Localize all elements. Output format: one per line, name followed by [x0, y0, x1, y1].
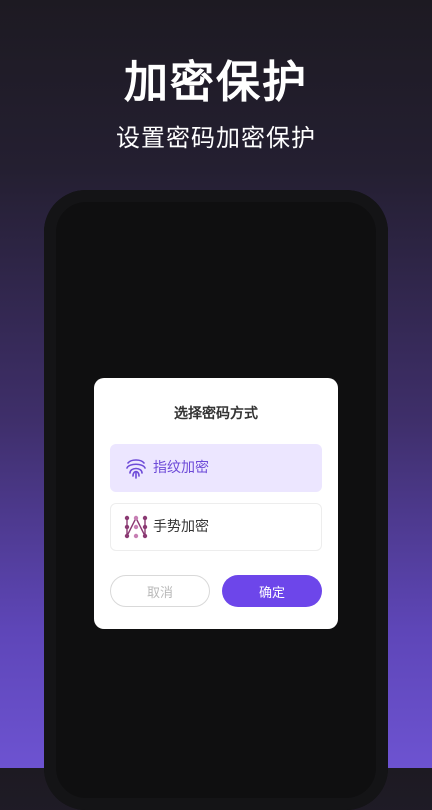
fingerprint-option-label: 指纹加密 — [153, 460, 209, 476]
confirm-button[interactable]: 确定 — [222, 575, 322, 607]
hero-title: 加密保护 — [124, 57, 308, 108]
gesture-option[interactable]: 手势加密 — [110, 503, 322, 551]
fingerprint-option[interactable]: 指纹加密 — [110, 444, 322, 492]
password-method-dialog: 选择密码方式 指纹加密 手势加密 取消 确定 — [94, 378, 338, 629]
hero-subtitle: 设置密码加密保护 — [116, 124, 316, 152]
gesture-option-label: 手势加密 — [153, 519, 209, 535]
cancel-button[interactable]: 取消 — [110, 575, 210, 607]
gesture-pattern-icon — [123, 514, 149, 540]
dialog-title: 选择密码方式 — [174, 406, 258, 422]
fingerprint-icon — [123, 455, 149, 481]
hero-banner: 加密保护 设置密码加密保护 — [0, 54, 432, 154]
